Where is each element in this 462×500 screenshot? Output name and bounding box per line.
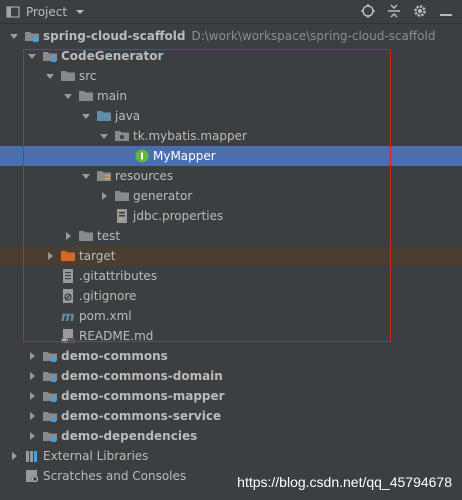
tree-node-demo-commons-mapper[interactable]: demo-commons-mapper (0, 386, 462, 406)
project-toolbar: Project (0, 0, 462, 24)
tree-node-label: External Libraries (43, 449, 149, 463)
tree-node-demo-commons-service[interactable]: demo-commons-service (0, 406, 462, 426)
tree-node-label: demo-commons (61, 349, 168, 363)
project-view-selector[interactable]: Project (5, 4, 88, 20)
folder-icon (78, 228, 94, 244)
tree-node-label: demo-dependencies (61, 429, 198, 443)
tree-node-codegenerator[interactable]: CodeGenerator (0, 46, 462, 66)
watermark-text: https://blog.csdn.net/qq_45794678 (237, 474, 452, 490)
tree-node-demo-dependencies[interactable]: demo-dependencies (0, 426, 462, 446)
module-folder-icon (42, 48, 58, 64)
collapse-all-icon[interactable] (386, 3, 402, 19)
chevron-down-icon[interactable] (62, 90, 74, 102)
tree-node-label: pom.xml (79, 309, 132, 323)
chevron-right-icon[interactable] (26, 430, 38, 442)
tree-node-mymapper[interactable]: MyMapper (0, 146, 462, 166)
properties-file-icon (114, 208, 130, 224)
module-folder-icon (42, 428, 58, 444)
svg-text:MD: MD (62, 339, 68, 345)
markdown-file-icon: MD (60, 328, 76, 344)
tree-node-resources[interactable]: resources (0, 166, 462, 186)
tree-node-label: resources (115, 169, 174, 183)
svg-text:m: m (61, 310, 75, 324)
tree-node-label: spring-cloud-scaffold (43, 29, 186, 43)
tree-node-label: Scratches and Consoles (43, 469, 187, 483)
excluded-folder-icon (60, 248, 76, 264)
maven-icon: m (60, 308, 76, 324)
module-folder-icon (24, 28, 40, 44)
project-icon (5, 4, 21, 20)
ignore-file-icon (60, 288, 76, 304)
chevron-right-icon[interactable] (44, 250, 56, 262)
folder-icon (78, 88, 94, 104)
tree-node-demo-commons-domain[interactable]: demo-commons-domain (0, 366, 462, 386)
tree-node-target[interactable]: target (0, 246, 462, 266)
module-folder-icon (42, 408, 58, 424)
tree-node-label: test (97, 229, 121, 243)
interface-icon (134, 148, 150, 164)
tree-node-external-libraries[interactable]: External Libraries (0, 446, 462, 466)
chevron-down-icon[interactable] (8, 30, 20, 42)
tree-node-label: demo-commons-mapper (61, 389, 225, 403)
project-view-title: Project (26, 5, 68, 19)
hide-icon[interactable] (438, 3, 454, 19)
tree-node-label: demo-commons-domain (61, 369, 223, 383)
chevron-right-icon[interactable] (26, 390, 38, 402)
module-folder-icon (42, 348, 58, 364)
tree-node-src[interactable]: src (0, 66, 462, 86)
tree-node-main[interactable]: main (0, 86, 462, 106)
tree-node-label: tk.mybatis.mapper (133, 129, 247, 143)
tree-node-label: target (79, 249, 116, 263)
libraries-icon (24, 448, 40, 464)
tree-node-label: jdbc.properties (133, 209, 224, 223)
chevron-down-icon[interactable] (44, 70, 56, 82)
locate-icon[interactable] (360, 3, 376, 19)
module-folder-icon (42, 388, 58, 404)
folder-icon (114, 188, 130, 204)
chevron-right-icon[interactable] (26, 350, 38, 362)
tree-node-label: generator (133, 189, 193, 203)
chevron-right-icon[interactable] (98, 190, 110, 202)
tree-node-root[interactable]: spring-cloud-scaffold D:\work\workspace\… (0, 26, 462, 46)
tree-node-jdbc-properties[interactable]: jdbc.properties (0, 206, 462, 226)
chevron-right-icon[interactable] (26, 370, 38, 382)
source-folder-icon (96, 108, 112, 124)
text-file-icon (60, 268, 76, 284)
tree-node-gitattributes[interactable]: .gitattributes (0, 266, 462, 286)
tree-node-label: demo-commons-service (61, 409, 222, 423)
chevron-down-icon[interactable] (80, 110, 92, 122)
tree-node-label: MyMapper (153, 149, 216, 163)
module-folder-icon (42, 368, 58, 384)
tree-node-label: .gitattributes (79, 269, 158, 283)
tree-node-readme[interactable]: MD README.md (0, 326, 462, 346)
chevron-down-icon[interactable] (26, 50, 38, 62)
folder-icon (60, 68, 76, 84)
tree-node-java[interactable]: java (0, 106, 462, 126)
tree-node-label: CodeGenerator (61, 49, 164, 63)
chevron-right-icon[interactable] (8, 450, 20, 462)
tree-node-label: java (115, 109, 141, 123)
tree-node-test[interactable]: test (0, 226, 462, 246)
project-path: D:\work\workspace\spring-cloud-scaffold (191, 29, 436, 43)
resources-folder-icon (96, 168, 112, 184)
scratches-icon (24, 468, 40, 484)
tree-node-label: .gitignore (79, 289, 137, 303)
tree-node-gitignore[interactable]: .gitignore (0, 286, 462, 306)
chevron-down-icon[interactable] (80, 170, 92, 182)
tree-node-label: src (79, 69, 97, 83)
chevron-right-icon[interactable] (26, 410, 38, 422)
tree-node-package[interactable]: tk.mybatis.mapper (0, 126, 462, 146)
tree-node-generator[interactable]: generator (0, 186, 462, 206)
package-icon (114, 128, 130, 144)
tree-node-pom-xml[interactable]: m pom.xml (0, 306, 462, 326)
tree-node-demo-commons[interactable]: demo-commons (0, 346, 462, 366)
chevron-right-icon[interactable] (62, 230, 74, 242)
gear-icon[interactable] (412, 3, 428, 19)
tree-node-label: main (97, 89, 127, 103)
tree-node-label: README.md (79, 329, 154, 343)
chevron-down-icon[interactable] (98, 130, 110, 142)
chevron-down-icon[interactable] (72, 4, 88, 20)
